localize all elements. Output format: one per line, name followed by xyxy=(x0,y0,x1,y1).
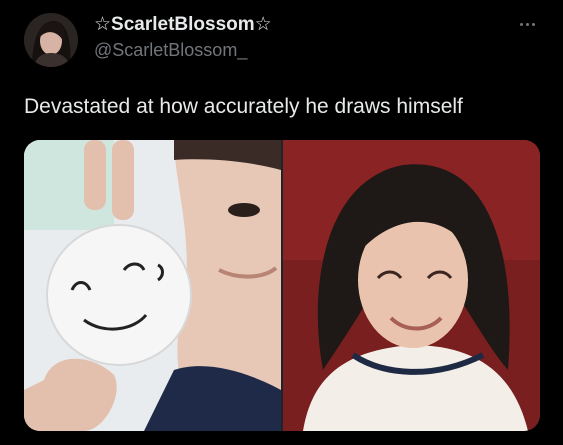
tweet: ☆ScarletBlossom☆ @ScarletBlossom_ Devast… xyxy=(0,0,563,445)
tweet-text: Devastated at how accurately he draws hi… xyxy=(24,95,463,118)
right-photo[interactable] xyxy=(283,140,540,431)
user-handle[interactable]: @ScarletBlossom_ xyxy=(94,38,247,62)
more-dot-icon xyxy=(525,22,529,26)
left-photo[interactable] xyxy=(24,140,281,431)
avatar[interactable] xyxy=(24,13,78,67)
more-dot-icon xyxy=(519,22,523,26)
display-name[interactable]: ☆ScarletBlossom☆ xyxy=(94,13,272,37)
photo-balloon-face-icon xyxy=(24,140,281,431)
more-options-button[interactable] xyxy=(512,14,542,34)
more-dot-icon xyxy=(531,22,535,26)
photo-smiling-person-icon xyxy=(283,140,540,431)
media-grid xyxy=(24,140,540,431)
profile-avatar-icon xyxy=(24,13,78,67)
